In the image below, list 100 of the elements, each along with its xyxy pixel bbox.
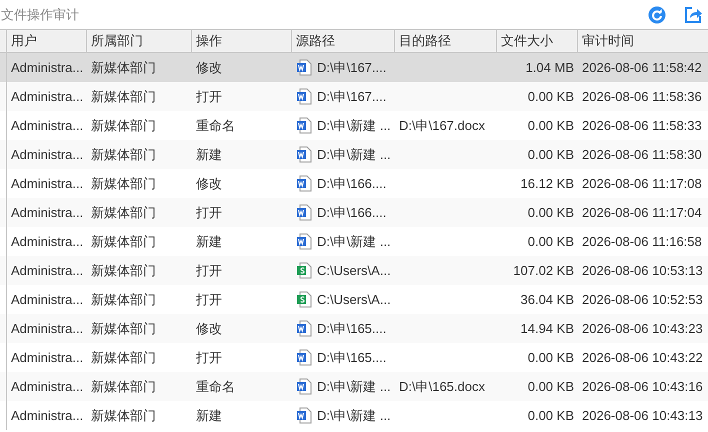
table-cell: Administra...	[11, 118, 84, 133]
column-header[interactable]: 目的路径	[395, 30, 497, 52]
table-cell: 0.00 KB	[528, 408, 574, 423]
table-cell: 2026-08-06 11:58:30	[582, 146, 702, 162]
word-document-icon	[296, 407, 312, 424]
table-cell: 新媒体部门	[91, 378, 156, 394]
word-document-icon	[296, 117, 312, 134]
table-cell: 修改	[196, 60, 222, 75]
table-cell: Administra...	[11, 204, 84, 220]
word-document-icon	[296, 59, 312, 76]
table-cell-text: D:\申\新建 ...	[317, 406, 391, 425]
table-cell: 新媒体部门	[91, 118, 156, 133]
table-cell-text: D:\申\165....	[317, 348, 386, 367]
table-cell: 36.04 KB	[520, 292, 574, 307]
table-cell: Administra...	[11, 88, 84, 104]
table-cell: 新媒体部门	[91, 88, 156, 104]
table-cell: 0.00 KB	[528, 204, 574, 220]
table-cell: 新媒体部门	[91, 292, 156, 307]
column-header[interactable]: 操作	[192, 30, 292, 52]
table-cell: D:\申\165.docx	[399, 378, 485, 394]
table-cell: Administra...	[11, 320, 84, 336]
table-cell: 新媒体部门	[91, 176, 156, 191]
word-document-icon	[296, 88, 312, 105]
table-cell: 打开	[196, 262, 222, 278]
column-header[interactable]: 源路径	[292, 30, 395, 52]
table-cell: 0.00 KB	[528, 146, 574, 162]
table-cell: Administra...	[11, 146, 84, 162]
export-icon[interactable]	[684, 6, 702, 24]
spreadsheet-icon	[296, 262, 312, 279]
word-document-icon	[296, 349, 312, 366]
table-cell: 2026-08-06 11:17:08	[582, 176, 702, 191]
table-cell-text: D:\申\167....	[317, 58, 386, 77]
table-row[interactable]: Administra... 新媒体部门 打开 D:\申\167.... 0.00 KB 2026-08-06 11:58:36	[0, 82, 708, 111]
table-cell: 新媒体部门	[91, 262, 156, 278]
table-cell-text: D:\申\166....	[317, 204, 386, 222]
table-cell: 打开	[196, 292, 222, 307]
word-document-icon	[296, 204, 312, 221]
spreadsheet-icon	[296, 291, 312, 308]
table-cell: Administra...	[11, 262, 84, 278]
table-cell: 2026-08-06 10:43:23	[582, 320, 703, 336]
table-cell: 新建	[196, 408, 222, 423]
table-cell: 0.00 KB	[528, 378, 574, 394]
table-cell-text: D:\申\新建 ...	[317, 146, 391, 164]
table-cell: 0.00 KB	[528, 350, 574, 365]
table-cell: 2026-08-06 11:17:04	[582, 204, 702, 220]
table-cell: 打开	[196, 350, 222, 365]
word-document-icon	[296, 175, 312, 192]
table-cell: 新媒体部门	[91, 408, 156, 423]
table-cell: 2026-08-06 11:16:58	[582, 234, 702, 249]
table-cell: Administra...	[11, 60, 84, 75]
table-cell: 16.12 KB	[520, 176, 574, 191]
table-cell-text: D:\申\166....	[317, 174, 386, 193]
refresh-icon[interactable]	[648, 6, 666, 24]
table-cell: Administra...	[11, 408, 84, 423]
table-cell-text: D:\申\165....	[317, 320, 386, 338]
table-row[interactable]: Administra... 新媒体部门 打开 C:\Users\A... 107.02 KB 2026-08-06 10:53:13	[0, 256, 708, 285]
table-cell: 2026-08-06 11:58:36	[582, 88, 702, 104]
table-cell: 1.04 MB	[526, 60, 574, 75]
table-cell: 2026-08-06 10:43:22	[582, 350, 703, 365]
table-cell: Administra...	[11, 234, 84, 249]
table-cell: 0.00 KB	[528, 88, 574, 104]
table-cell-text: D:\申\167....	[317, 88, 386, 106]
table-cell: 打开	[196, 204, 222, 220]
table-cell: Administra...	[11, 350, 84, 365]
table-cell: 2026-08-06 11:58:33	[582, 118, 702, 133]
table-cell: 2026-08-06 10:43:16	[582, 378, 703, 394]
table-cell: 新媒体部门	[91, 350, 156, 365]
column-header[interactable]: 审计时间	[578, 30, 708, 52]
table-cell: 新媒体部门	[91, 146, 156, 162]
table-row[interactable]: Administra... 新媒体部门 新建 D:\申\新建 ... 0.00 KB 2026-08-06 11:58:30	[0, 140, 708, 169]
table-cell: 0.00 KB	[528, 118, 574, 133]
word-document-icon	[296, 233, 312, 250]
column-header[interactable]: 所属部门	[87, 30, 192, 52]
table-cell: 新媒体部门	[91, 320, 156, 336]
table-cell-text: C:\Users\A...	[317, 262, 391, 280]
table-cell-text: D:\申\新建 ...	[317, 378, 391, 396]
table-row[interactable]: Administra... 新媒体部门 修改 D:\申\165.... 14.94 KB 2026-08-06 10:43:23	[0, 314, 708, 343]
table-row[interactable]: Administra... 新媒体部门 重命名 D:\申\新建 ... D:\申\165.docx 0.00 KB 2026-08-06 10:43:16	[0, 372, 708, 401]
table-cell: 2026-08-06 10:52:53	[582, 292, 703, 307]
table-cell: 2026-08-06 11:58:42	[582, 60, 702, 75]
table-cell: 新媒体部门	[91, 60, 156, 75]
table-cell: 重命名	[196, 118, 235, 133]
table-cell: 修改	[196, 320, 222, 336]
table-cell: 14.94 KB	[520, 320, 574, 336]
panel-title: 文件操作审计	[0, 6, 79, 24]
table-row[interactable]: Administra... 新媒体部门 打开 D:\申\166.... 0.00 KB 2026-08-06 11:17:04	[0, 198, 708, 227]
table-cell: 新媒体部门	[91, 204, 156, 220]
table-cell: 重命名	[196, 378, 235, 394]
table-cell-text: C:\Users\A...	[317, 290, 391, 309]
column-header[interactable]: 用户	[7, 30, 87, 52]
table-cell-text: D:\申\新建 ...	[317, 116, 391, 135]
column-header[interactable]: 文件大小	[497, 30, 578, 52]
table-cell: 新建	[196, 146, 222, 162]
table-cell: Administra...	[11, 292, 84, 307]
word-document-icon	[296, 146, 312, 163]
table-cell: Administra...	[11, 176, 84, 191]
table-row[interactable]: Administra... 新媒体部门 修改 D:\申\167.... 1.04 MB 2026-08-06 11:58:42	[0, 53, 708, 82]
table-cell: D:\申\167.docx	[399, 118, 485, 133]
table-cell: 打开	[196, 88, 222, 104]
table-cell: 新建	[196, 234, 222, 249]
